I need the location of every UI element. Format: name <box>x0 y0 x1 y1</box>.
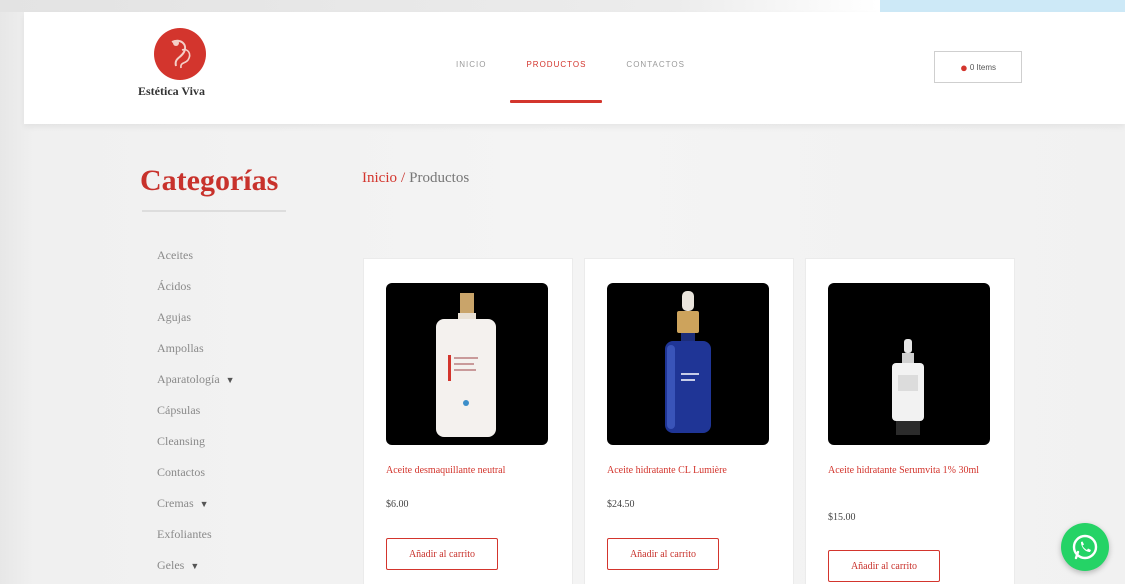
product-name[interactable]: Aceite desmaquillante neutral <box>386 465 556 477</box>
caret-down-icon[interactable]: ▼ <box>200 499 209 509</box>
category-item[interactable]: Cleansing <box>157 434 235 465</box>
category-label: Contactos <box>157 465 205 479</box>
add-to-cart-button[interactable]: Añadir al carrito <box>607 538 719 570</box>
site-header: Estética Viva INICIO PRODUCTOS CONTACTOS… <box>24 12 1125 124</box>
product-name[interactable]: Aceite hidratante CL Lumière <box>607 465 777 477</box>
category-item[interactable]: Geles ▼ <box>157 558 235 584</box>
product-price: $15.00 <box>828 512 856 523</box>
product-image[interactable] <box>386 283 548 445</box>
main-nav: INICIO PRODUCTOS CONTACTOS <box>454 60 687 103</box>
category-label: Exfoliantes <box>157 527 212 541</box>
product-name[interactable]: Aceite hidratante Serumvita 1% 30ml <box>828 465 998 477</box>
top-accent-bar <box>880 0 1125 12</box>
product-card: Aceite hidratante Serumvita 1% 30ml $15.… <box>805 258 1015 584</box>
brand-name[interactable]: Estética Viva <box>138 84 205 99</box>
product-image[interactable] <box>828 283 990 445</box>
logo-icon[interactable] <box>154 28 206 80</box>
caret-down-icon[interactable]: ▼ <box>190 561 199 571</box>
nav-productos[interactable]: PRODUCTOS <box>510 60 603 103</box>
cart-icon: ● <box>959 59 968 75</box>
category-item[interactable]: Cremas ▼ <box>157 496 235 527</box>
category-item[interactable]: Exfoliantes <box>157 527 235 558</box>
product-price: $6.00 <box>386 499 409 510</box>
category-item[interactable]: Ampollas <box>157 341 235 372</box>
category-item[interactable]: Ácidos <box>157 279 235 310</box>
product-card: Aceite hidratante CL Lumière $24.50 Añad… <box>584 258 794 584</box>
category-label: Geles <box>157 558 185 572</box>
category-item[interactable]: Aceites <box>157 248 235 279</box>
category-item[interactable]: Aparatología ▼ <box>157 372 235 403</box>
add-to-cart-button[interactable]: Añadir al carrito <box>386 538 498 570</box>
breadcrumb: Inicio / Productos <box>362 170 469 187</box>
category-label: Cápsulas <box>157 403 201 417</box>
category-label: Agujas <box>157 310 191 324</box>
category-label: Cleansing <box>157 434 205 448</box>
caret-down-icon[interactable]: ▼ <box>226 375 235 385</box>
breadcrumb-current: Productos <box>409 170 470 186</box>
product-price: $24.50 <box>607 499 635 510</box>
breadcrumb-home[interactable]: Inicio <box>362 170 397 186</box>
category-label: Aparatología <box>157 372 220 386</box>
product-card: Aceite desmaquillante neutral $6.00 Añad… <box>363 258 573 584</box>
category-item[interactable]: Cápsulas <box>157 403 235 434</box>
cart-label: 0 Items <box>969 62 997 72</box>
category-label: Ácidos <box>157 279 191 293</box>
category-item[interactable]: Contactos <box>157 465 235 496</box>
category-label: Cremas <box>157 496 194 510</box>
categories-title: Categorías <box>140 164 279 197</box>
nav-contactos[interactable]: CONTACTOS <box>624 60 686 69</box>
breadcrumb-separator: / <box>401 170 406 186</box>
category-label: Aceites <box>157 248 193 262</box>
product-image[interactable] <box>607 283 769 445</box>
add-to-cart-button[interactable]: Añadir al carrito <box>828 550 940 582</box>
category-label: Ampollas <box>157 341 204 355</box>
category-item[interactable]: Agujas <box>157 310 235 341</box>
category-list: Aceites Ácidos Agujas Ampollas Aparatolo… <box>157 248 235 584</box>
cart-button[interactable]: ● 0 Items <box>934 51 1022 83</box>
whatsapp-icon[interactable] <box>1061 523 1109 571</box>
nav-inicio[interactable]: INICIO <box>454 60 488 69</box>
categories-divider <box>142 210 286 212</box>
